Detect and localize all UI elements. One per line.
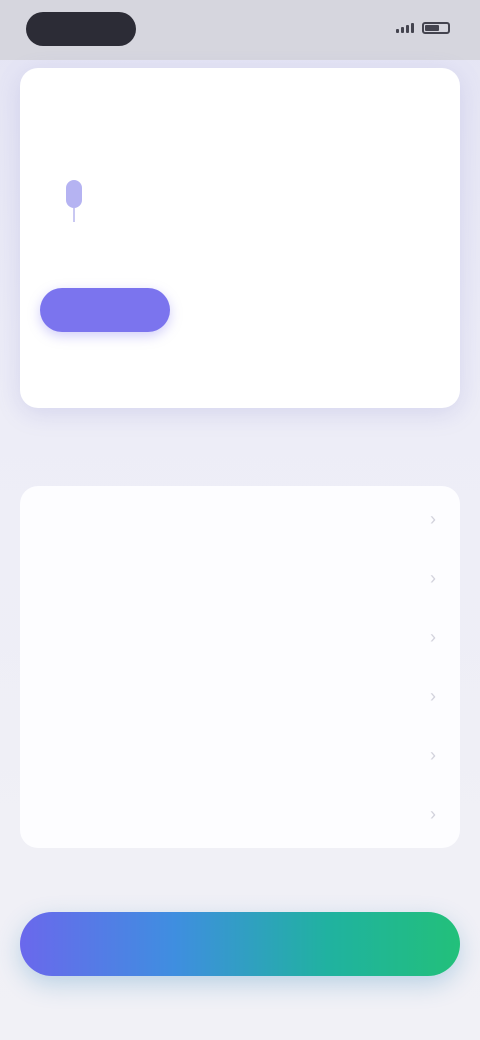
status-bar	[0, 0, 480, 60]
mode-segmented-control	[40, 286, 440, 334]
chevron-right-icon: ›	[430, 686, 436, 706]
chevron-right-icon: ›	[430, 804, 436, 824]
chevron-right-icon: ›	[430, 745, 436, 765]
mode-option-3[interactable]	[310, 288, 440, 332]
mode-option-2[interactable]	[170, 288, 310, 332]
settings-row-3[interactable]: ›	[20, 608, 460, 667]
battery-icon	[422, 22, 450, 34]
chevron-right-icon: ›	[430, 568, 436, 588]
mode-option-1[interactable]	[40, 288, 170, 332]
settings-row-5[interactable]: ›	[20, 726, 460, 785]
settings-row-2[interactable]: ›	[20, 549, 460, 608]
chevron-right-icon: ›	[430, 627, 436, 647]
status-time-pill	[26, 12, 136, 46]
primary-action-button[interactable]	[20, 912, 460, 976]
mic-icon	[62, 180, 86, 224]
signal-icon	[396, 23, 414, 33]
settings-row-6[interactable]: ›	[20, 785, 460, 844]
voice-setup-card	[20, 68, 460, 408]
settings-list: › › › › › ›	[20, 486, 460, 848]
status-icons	[396, 22, 450, 34]
chevron-right-icon: ›	[430, 509, 436, 529]
settings-row-1[interactable]: ›	[20, 490, 460, 549]
settings-row-4[interactable]: ›	[20, 667, 460, 726]
